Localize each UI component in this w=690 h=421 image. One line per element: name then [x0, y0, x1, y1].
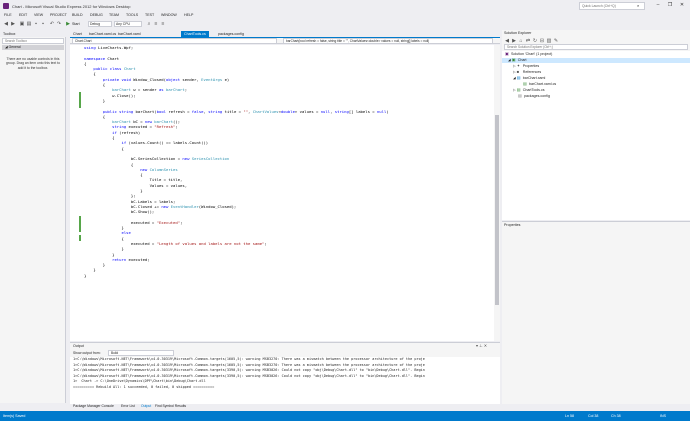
minimize-button[interactable]: –	[652, 1, 664, 10]
solution-tree: ▣ Solution 'Chart' (1 project) ◢ ▣ Chart ▷…	[502, 51, 690, 220]
xaml-file-icon: ▤	[516, 75, 521, 81]
solution-explorer-toolbar: ◀ ▶ ⌂ ⇄ ↻ ⊟ ▥ ✎	[504, 37, 688, 44]
tab-find-symbol-results[interactable]: Find Symbol Results	[155, 404, 186, 408]
references-icon: ■	[516, 69, 520, 75]
save-icon[interactable]: ▪	[33, 21, 39, 27]
wrench-icon: ✦	[516, 63, 521, 69]
output-line: ========== Rebuild All: 1 succeeded, 0 f…	[73, 384, 215, 389]
csharp-file-icon: ▤	[523, 81, 527, 87]
output-source-label: Show output from:	[73, 351, 101, 355]
configuration-select[interactable]: Debug	[88, 21, 112, 27]
menu-build[interactable]: BUILD	[72, 13, 83, 17]
start-button[interactable]: Start	[72, 22, 80, 26]
tree-item-barchart-xaml[interactable]: ◢ ▤ barChart.xaml	[513, 76, 545, 81]
tab-output[interactable]: Output	[141, 404, 151, 408]
menu-file[interactable]: FILE	[4, 13, 12, 17]
status-char: Ch 38	[611, 414, 621, 418]
menu-project[interactable]: PROJECT	[50, 13, 67, 17]
properties-grid	[502, 230, 690, 404]
menu-view[interactable]: VIEW	[34, 13, 43, 17]
change-marker	[79, 92, 81, 108]
toolbox-title: Toolbox	[3, 31, 16, 36]
status-message: Item(s) Saved	[3, 414, 26, 418]
tree-item-barchart-xaml-cs[interactable]: ▤ barChart.xaml.cs	[523, 82, 556, 87]
menu-help[interactable]: HELP	[184, 13, 193, 17]
toolbox-group-label: General	[8, 45, 21, 49]
redo-icon[interactable]: ↷	[56, 21, 62, 27]
platform-select[interactable]: Any CPU	[114, 21, 142, 27]
tree-item-packages-config[interactable]: ▤ packages.config	[518, 94, 550, 99]
output-source-select[interactable]: Build	[108, 350, 174, 356]
tab-package-manager-console[interactable]: Package Manager Console	[73, 404, 114, 408]
menu-test[interactable]: TEST	[145, 13, 154, 17]
type-select[interactable]: Chart.Chart	[72, 38, 277, 44]
toolbox-search-input[interactable]: Search Toolbox	[2, 38, 64, 44]
navigation-bar: Chart.Chart barChart(bool refresh = fals…	[70, 38, 500, 44]
code-editor[interactable]: using LiveCharts.Wpf; namespace Chart { …	[70, 45, 500, 341]
menu-tools[interactable]: TOOLS	[126, 13, 138, 17]
uncomment-icon[interactable]: ≡	[160, 21, 166, 27]
properties-title: Properties	[504, 223, 521, 227]
forward-icon[interactable]: ▶	[10, 21, 16, 27]
toolbox-empty-message: There are no usable controls in this gro…	[6, 57, 60, 70]
scrollbar-thumb[interactable]	[495, 115, 499, 305]
visual-studio-logo-icon	[3, 3, 9, 9]
status-line: Ln 58	[565, 414, 574, 418]
comment-icon[interactable]: ≡	[153, 21, 159, 27]
menu-debug[interactable]: DEBUG	[90, 13, 103, 17]
change-marker	[79, 235, 81, 241]
restore-button[interactable]: ❐	[664, 1, 676, 10]
menu-team[interactable]: TEAM	[109, 13, 119, 17]
solution-explorer-title: Solution Explorer	[504, 31, 532, 35]
close-button[interactable]: ✕	[676, 1, 688, 10]
title-bar: Chart - Microsoft Visual Studio Express …	[0, 0, 690, 12]
toolbox-header: Toolbox	[0, 30, 66, 37]
code-text[interactable]: using LiveCharts.Wpf; namespace Chart { …	[84, 45, 490, 278]
back-icon[interactable]: ◀	[3, 21, 9, 27]
menu-window[interactable]: WINDOW	[161, 13, 177, 17]
new-project-icon[interactable]: ▣	[19, 21, 25, 27]
menu-bar: FILE EDIT VIEW PROJECT BUILD DEBUG TEAM …	[0, 12, 690, 20]
tab-error-list[interactable]: Error List	[121, 404, 135, 408]
quick-launch-input[interactable]: Quick Launch (Ctrl+Q)	[579, 2, 645, 10]
status-bar: Item(s) Saved Ln 58 Col 38 Ch 38 INS	[0, 411, 690, 421]
solution-icon: ▣	[505, 51, 509, 57]
csharp-file-icon: ▤	[516, 87, 521, 93]
csharp-project-icon: ▣	[511, 57, 516, 63]
member-select[interactable]: barChart(bool refresh = false, string ti…	[283, 38, 493, 44]
document-tabs: Chart barChart.xaml.cs barChart.xaml Cha…	[70, 30, 500, 37]
status-insert-mode: INS	[660, 414, 666, 418]
toolbox-group-general[interactable]: ◢ General	[2, 45, 64, 50]
open-icon[interactable]: ▤	[26, 21, 32, 27]
window-title: Chart - Microsoft Visual Studio Express …	[12, 4, 131, 9]
output-text[interactable]: 1>C:\Windows\Microsoft.NET\Framework\v4.…	[70, 357, 500, 404]
menu-edit[interactable]: EDIT	[19, 13, 27, 17]
tree-item-project[interactable]: ◢ ▣ Chart	[502, 58, 690, 63]
start-icon[interactable]: ▶	[65, 21, 71, 27]
undo-icon[interactable]: ↶	[49, 21, 55, 27]
status-column: Col 38	[588, 414, 599, 418]
config-file-icon: ▤	[518, 93, 522, 99]
change-marker	[79, 216, 81, 232]
toolbox-panel: Toolbox Search Toolbox ◢ General There a…	[0, 30, 66, 403]
bottom-tabs: Package Manager Console Error List Outpu…	[70, 403, 500, 411]
find-icon[interactable]: ⌕	[146, 21, 152, 27]
solution-explorer-search-input[interactable]: Search Solution Explorer (Ctrl+;)	[504, 44, 688, 50]
output-title: Output	[73, 344, 84, 348]
panel-pin-close-icons[interactable]: ▾ ⊥ ✕	[476, 343, 487, 348]
properties-panel: Properties	[502, 221, 690, 404]
toolbar: ◀ ▶ ▣ ▤ ▪ ▪ ↶ ↷ ▶ Start Debug Any CPU ⌕ …	[0, 20, 690, 29]
search-icon[interactable]: ⌕	[637, 3, 642, 8]
solution-explorer-panel: Solution Explorer ◀ ▶ ⌂ ⇄ ↻ ⊟ ▥ ✎ Search…	[502, 30, 690, 220]
editor-gutter	[70, 45, 82, 341]
save-all-icon[interactable]: ▪	[40, 21, 46, 27]
output-panel: Output ▾ ⊥ ✕ Show output from: Build 1>C…	[70, 342, 500, 404]
